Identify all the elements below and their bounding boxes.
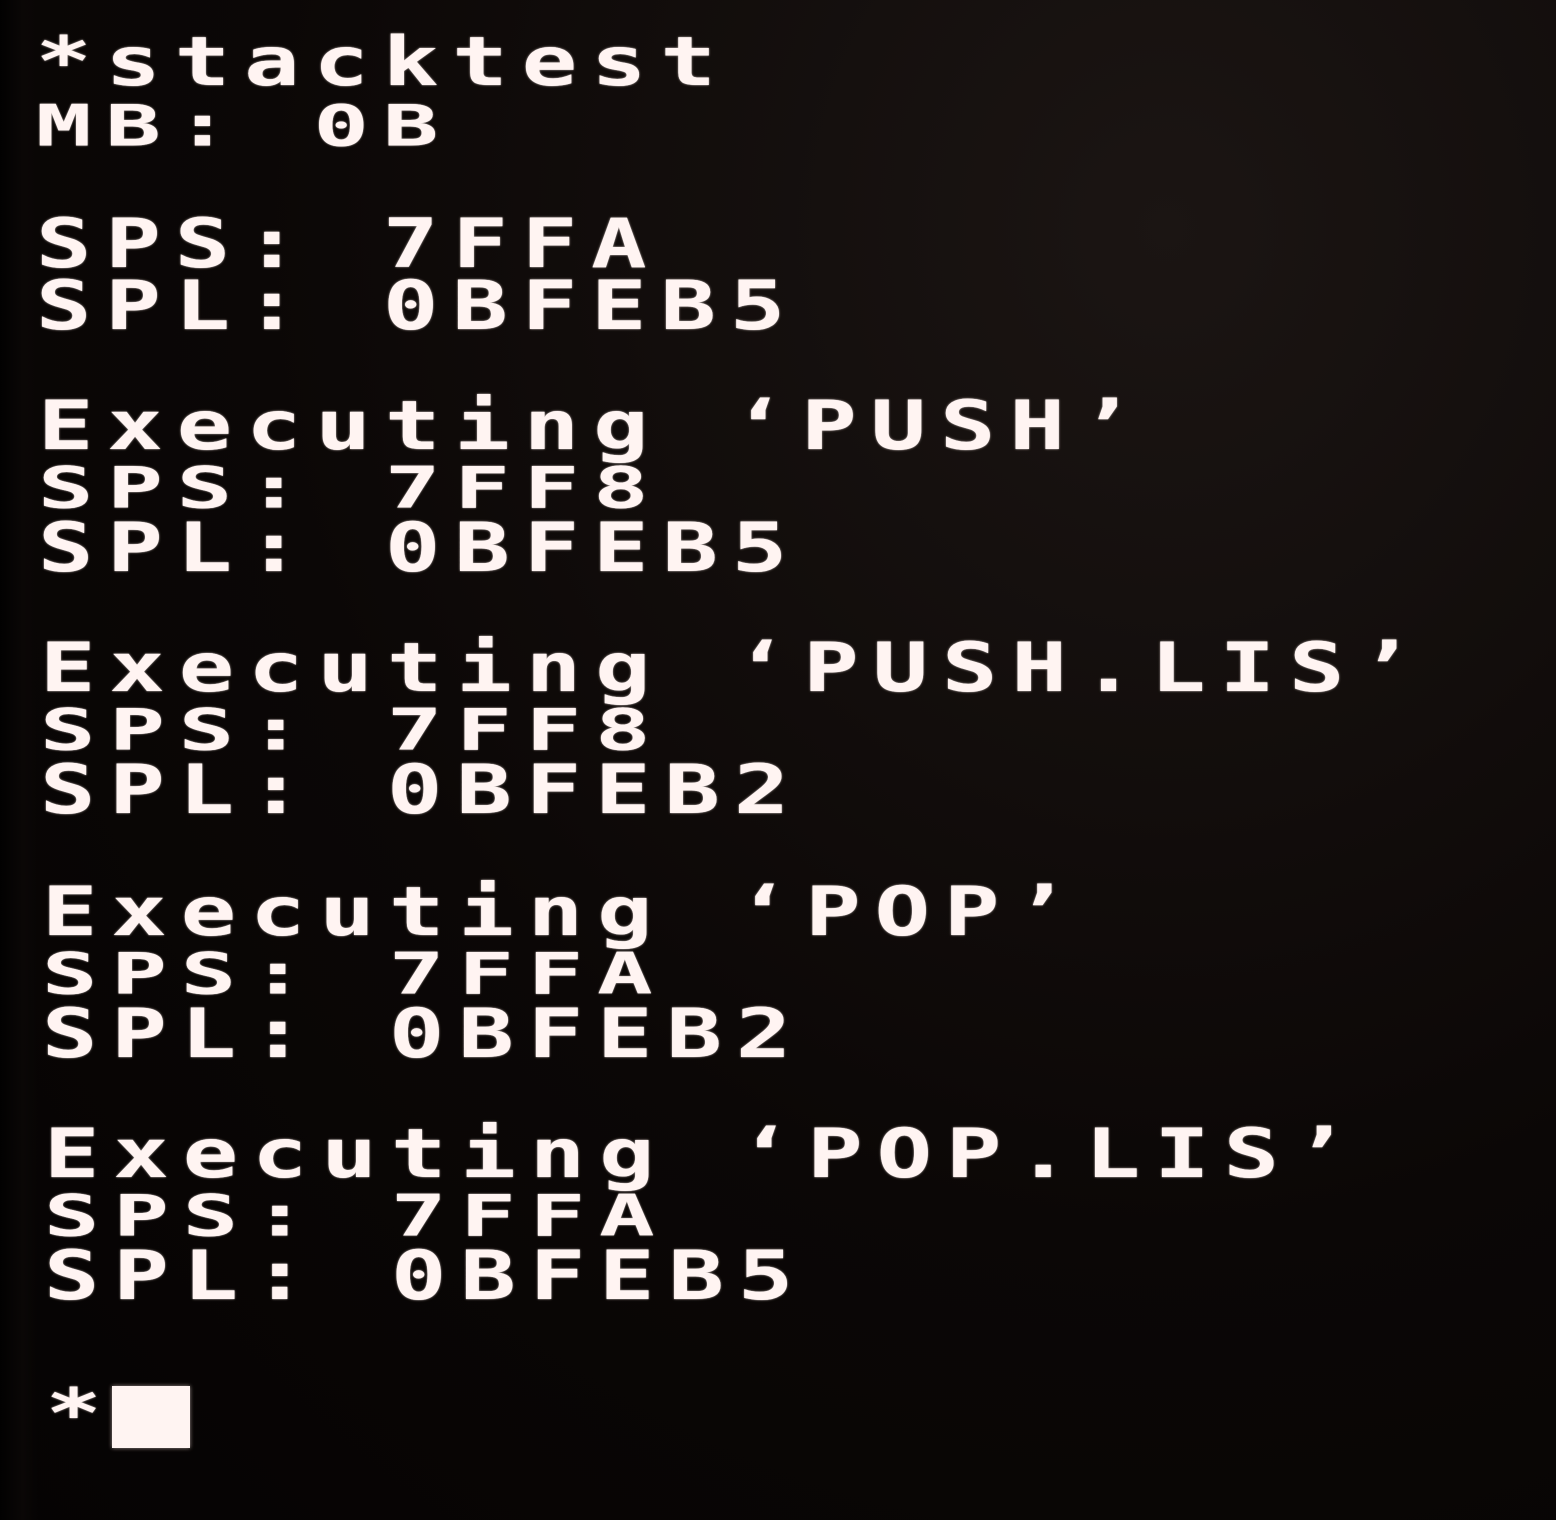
- command-line: *stacktest: [36, 22, 730, 102]
- text-cursor[interactable]: [112, 1386, 190, 1448]
- spl-readout-push: SPL: 0BFEB5: [38, 508, 802, 588]
- exec-line-pop-lis: Executing ‘POP.LIS’: [44, 1114, 1363, 1194]
- terminal-screen[interactable]: *stacktest MB: 0B SPS: 7FFA SPL: 0BFEB5 …: [0, 0, 1556, 1520]
- initial-spl-readout: SPL: 0BFEB5: [36, 266, 800, 346]
- exec-line-push-lis: Executing ‘PUSH.LIS’: [40, 628, 1428, 708]
- exec-line-push: Executing ‘PUSH’: [38, 386, 1149, 466]
- mb-readout: MB: 0B: [36, 93, 453, 160]
- spl-readout-push-lis: SPL: 0BFEB2: [40, 750, 804, 830]
- exec-line-pop: Executing ‘POP’: [42, 872, 1083, 952]
- command-prompt: *: [46, 1374, 116, 1454]
- screen-bezel-edge: [0, 0, 38, 1520]
- spl-readout-pop: SPL: 0BFEB2: [42, 994, 806, 1074]
- spl-readout-pop-lis: SPL: 0BFEB5: [44, 1236, 808, 1316]
